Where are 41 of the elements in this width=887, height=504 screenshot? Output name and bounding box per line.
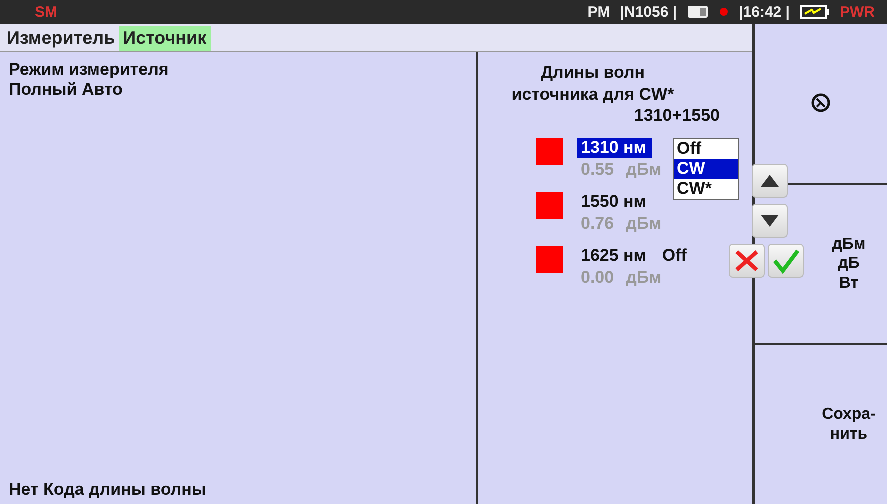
laser-indicator-icon [536, 246, 563, 274]
mode-dropdown[interactable]: Off CW CW* [673, 138, 739, 200]
power-unit: дБм [626, 268, 662, 288]
dropdown-option[interactable]: CW [674, 159, 738, 180]
down-arrow-icon [760, 214, 780, 228]
wavelength-label[interactable]: 1310 нм [577, 138, 652, 158]
mode-label: Режим измерителя [9, 60, 170, 80]
power-unit: дБм [626, 214, 662, 234]
laser-indicator-icon [536, 138, 563, 166]
power-value: 0.00 [581, 268, 614, 288]
power-value: 0.76 [581, 214, 614, 234]
mode-value: Полный Авто [9, 80, 124, 100]
dropdown-option[interactable]: Off [674, 139, 738, 160]
memory-card-icon [687, 5, 710, 19]
status-text: SM [35, 4, 58, 20]
tab[interactable]: Источник [119, 26, 211, 51]
wavelength-label[interactable]: 1625 нм [577, 246, 652, 266]
cross-icon [734, 249, 760, 273]
cancel-button[interactable] [729, 244, 765, 278]
source-title: Длины волн источника для CW* [510, 62, 676, 106]
wavelength-state: Off [662, 246, 687, 266]
side-button[interactable]: Сохра- нить [822, 405, 876, 444]
power-value: 0.55 [581, 160, 614, 180]
power-unit: дБм [626, 160, 662, 180]
up-button[interactable] [752, 164, 788, 198]
wavelength-cycle-icon[interactable] [810, 92, 832, 114]
status-text: |16:42 | [739, 4, 790, 20]
battery-charging-icon [800, 4, 830, 20]
dropdown-option[interactable]: CW* [674, 179, 738, 200]
status-text: PWR [840, 4, 875, 20]
up-arrow-icon [760, 174, 780, 188]
status-text: |N1056 | [620, 4, 678, 20]
laser-indicator-icon [536, 192, 563, 220]
record-dot-icon [719, 7, 730, 17]
side-button[interactable]: дБм дБ Вт [832, 235, 866, 293]
wavelength-label[interactable]: 1550 нм [577, 192, 652, 212]
wavelength-code-status: Нет Кода длины волны [9, 480, 208, 500]
status-text: PM [588, 4, 610, 20]
down-button[interactable] [752, 204, 788, 238]
wavelength-combination: 1310+1550 [633, 106, 720, 126]
checkmark-icon [772, 248, 800, 274]
